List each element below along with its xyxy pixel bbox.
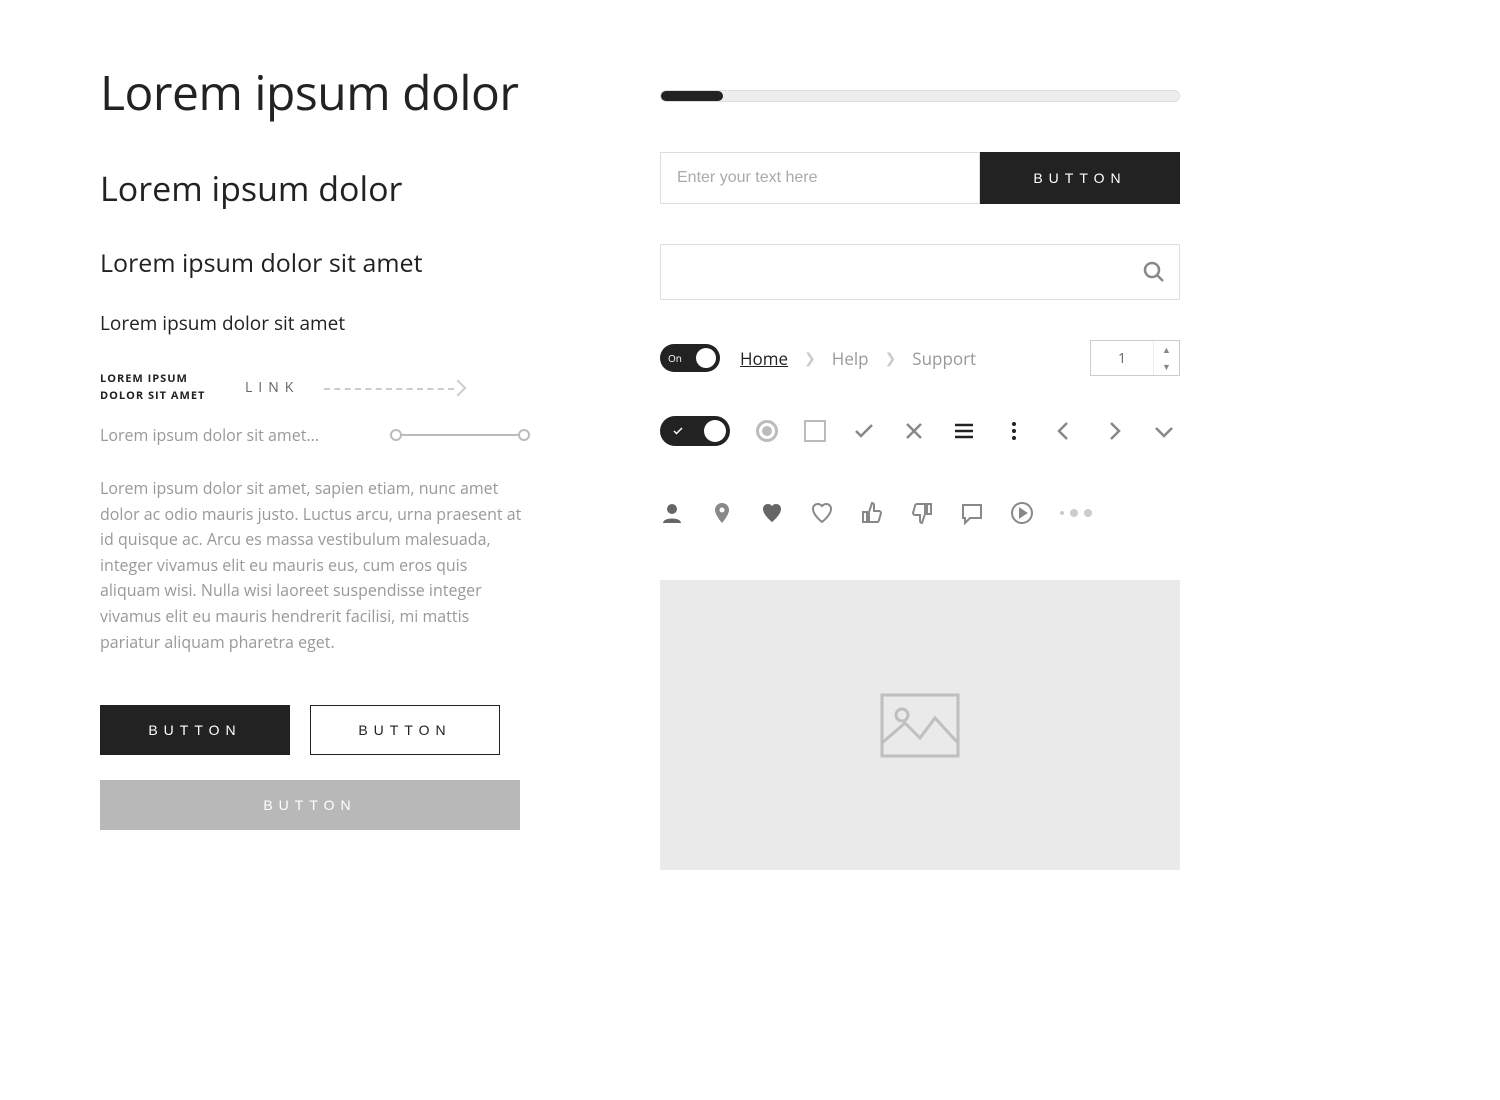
more-vertical-icon[interactable] xyxy=(1002,419,1026,443)
primary-button[interactable]: BUTTON xyxy=(100,705,290,755)
checkbox-icon[interactable] xyxy=(804,420,826,442)
toggle-switch[interactable]: On xyxy=(660,344,720,372)
truncated-text: Lorem ipsum dolor sit amet... xyxy=(100,424,365,446)
chevron-right-icon[interactable] xyxy=(1102,419,1126,443)
search-icon[interactable] xyxy=(1142,260,1166,284)
chevron-left-icon[interactable] xyxy=(1052,419,1076,443)
check-icon[interactable] xyxy=(852,419,876,443)
link[interactable]: LINK xyxy=(245,378,299,397)
play-circle-icon[interactable] xyxy=(1010,501,1034,525)
chevron-right-icon: ❯ xyxy=(885,349,897,368)
progress-bar xyxy=(660,90,1180,102)
disabled-button[interactable]: BUTTON xyxy=(100,780,520,830)
tag-label: LOREM IPSUM DOLOR SIT AMET xyxy=(100,371,220,404)
heading-1: Lorem ipsum dolor xyxy=(100,60,530,125)
breadcrumb-item-support[interactable]: Support xyxy=(912,347,976,370)
stepper-down-icon[interactable]: ▼ xyxy=(1154,358,1179,375)
thumbs-up-icon[interactable] xyxy=(860,501,884,525)
arrow-dashed-icon xyxy=(324,378,464,398)
check-icon xyxy=(672,420,684,442)
comment-icon[interactable] xyxy=(960,501,984,525)
heart-filled-icon[interactable] xyxy=(760,501,784,525)
heading-3: Lorem ipsum dolor sit amet xyxy=(100,246,530,280)
stepper-value: 1 xyxy=(1091,349,1153,368)
heart-outline-icon[interactable] xyxy=(810,501,834,525)
range-slider[interactable] xyxy=(390,427,530,443)
search-input[interactable] xyxy=(660,244,1180,300)
chevron-down-icon[interactable] xyxy=(1152,419,1176,443)
chevron-right-icon: ❯ xyxy=(804,349,816,368)
text-input[interactable] xyxy=(660,152,980,204)
body-paragraph: Lorem ipsum dolor sit amet, sapien etiam… xyxy=(100,476,530,655)
radio-checked-icon[interactable] xyxy=(756,420,778,442)
breadcrumb-item-help[interactable]: Help xyxy=(832,347,869,370)
stepper-up-icon[interactable]: ▲ xyxy=(1154,341,1179,358)
input-submit-button[interactable]: BUTTON xyxy=(980,152,1180,204)
breadcrumb-item-home[interactable]: Home xyxy=(740,347,788,370)
pin-icon[interactable] xyxy=(710,501,734,525)
breadcrumb: Home ❯ Help ❯ Support xyxy=(740,347,1070,370)
heading-4: Lorem ipsum dolor sit amet xyxy=(100,310,530,336)
user-icon[interactable] xyxy=(660,501,684,525)
close-icon[interactable] xyxy=(902,419,926,443)
toggle-label: On xyxy=(668,351,682,365)
number-stepper[interactable]: 1 ▲ ▼ xyxy=(1090,340,1180,376)
progress-fill xyxy=(661,91,723,101)
menu-icon[interactable] xyxy=(952,419,976,443)
image-placeholder xyxy=(660,580,1180,870)
toggle-check-switch[interactable] xyxy=(660,416,730,446)
thumbs-down-icon[interactable] xyxy=(910,501,934,525)
pagination-dots-icon[interactable] xyxy=(1060,509,1092,517)
heading-2: Lorem ipsum dolor xyxy=(100,165,530,211)
outline-button[interactable]: BUTTON xyxy=(310,705,500,755)
